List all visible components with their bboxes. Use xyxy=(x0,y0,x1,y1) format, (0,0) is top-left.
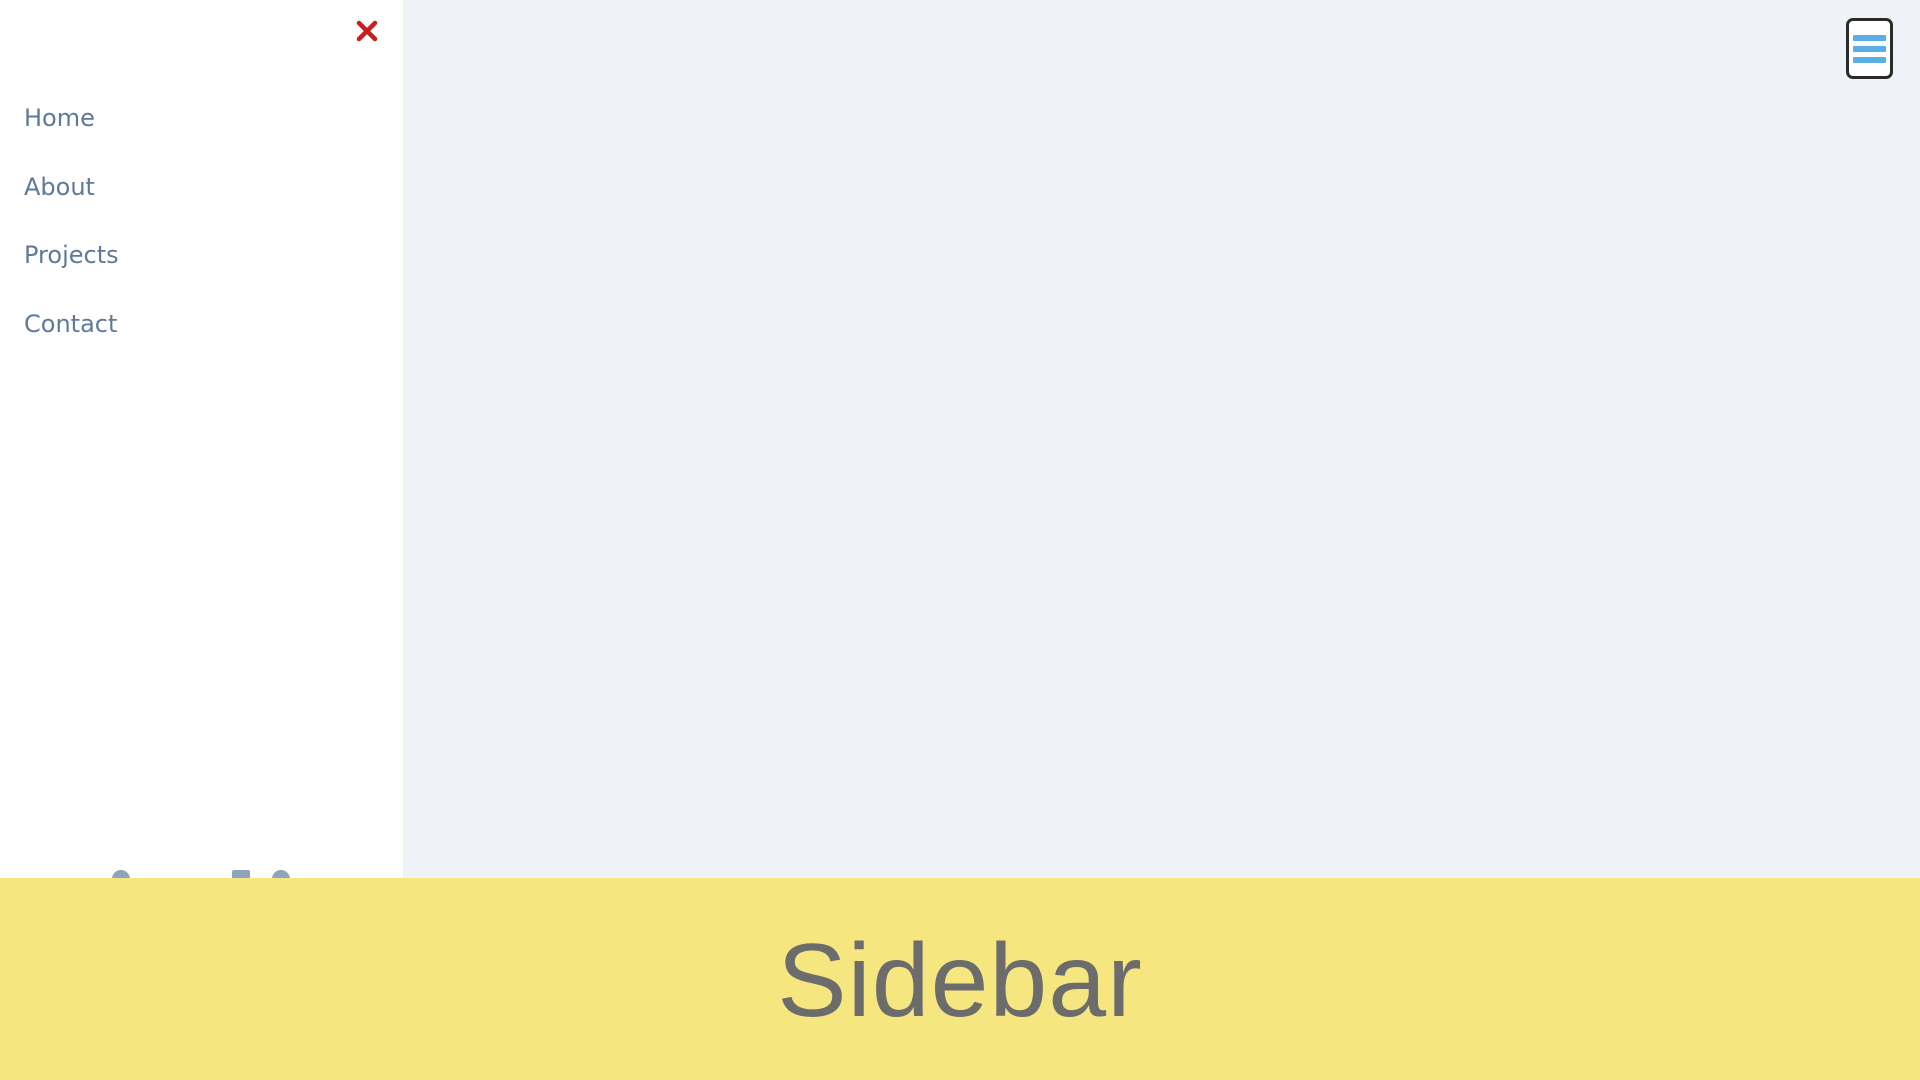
sidebar: Home About Projects Contact xyxy=(0,0,403,878)
hamburger-menu-icon xyxy=(1853,56,1886,63)
close-button[interactable] xyxy=(350,14,384,48)
menu-toggle-button[interactable] xyxy=(1846,18,1893,79)
sidebar-footer xyxy=(0,870,403,878)
sidebar-nav: Home About Projects Contact xyxy=(0,96,403,370)
social-icon[interactable] xyxy=(112,870,130,878)
sidebar-item-home[interactable]: Home xyxy=(0,96,403,165)
main-content xyxy=(403,0,1920,878)
banner-title: Sidebar xyxy=(777,923,1143,1039)
close-icon xyxy=(356,20,378,42)
social-icon[interactable] xyxy=(272,870,290,878)
title-banner: Sidebar xyxy=(0,878,1920,1080)
sidebar-item-contact[interactable]: Contact xyxy=(0,302,403,371)
sidebar-item-about[interactable]: About xyxy=(0,165,403,234)
sidebar-item-projects[interactable]: Projects xyxy=(0,233,403,302)
social-icon[interactable] xyxy=(232,870,250,878)
hamburger-menu-icon xyxy=(1853,34,1886,41)
app-root: Home About Projects Contact Sidebar xyxy=(0,0,1920,1080)
hamburger-menu-icon xyxy=(1853,45,1886,52)
